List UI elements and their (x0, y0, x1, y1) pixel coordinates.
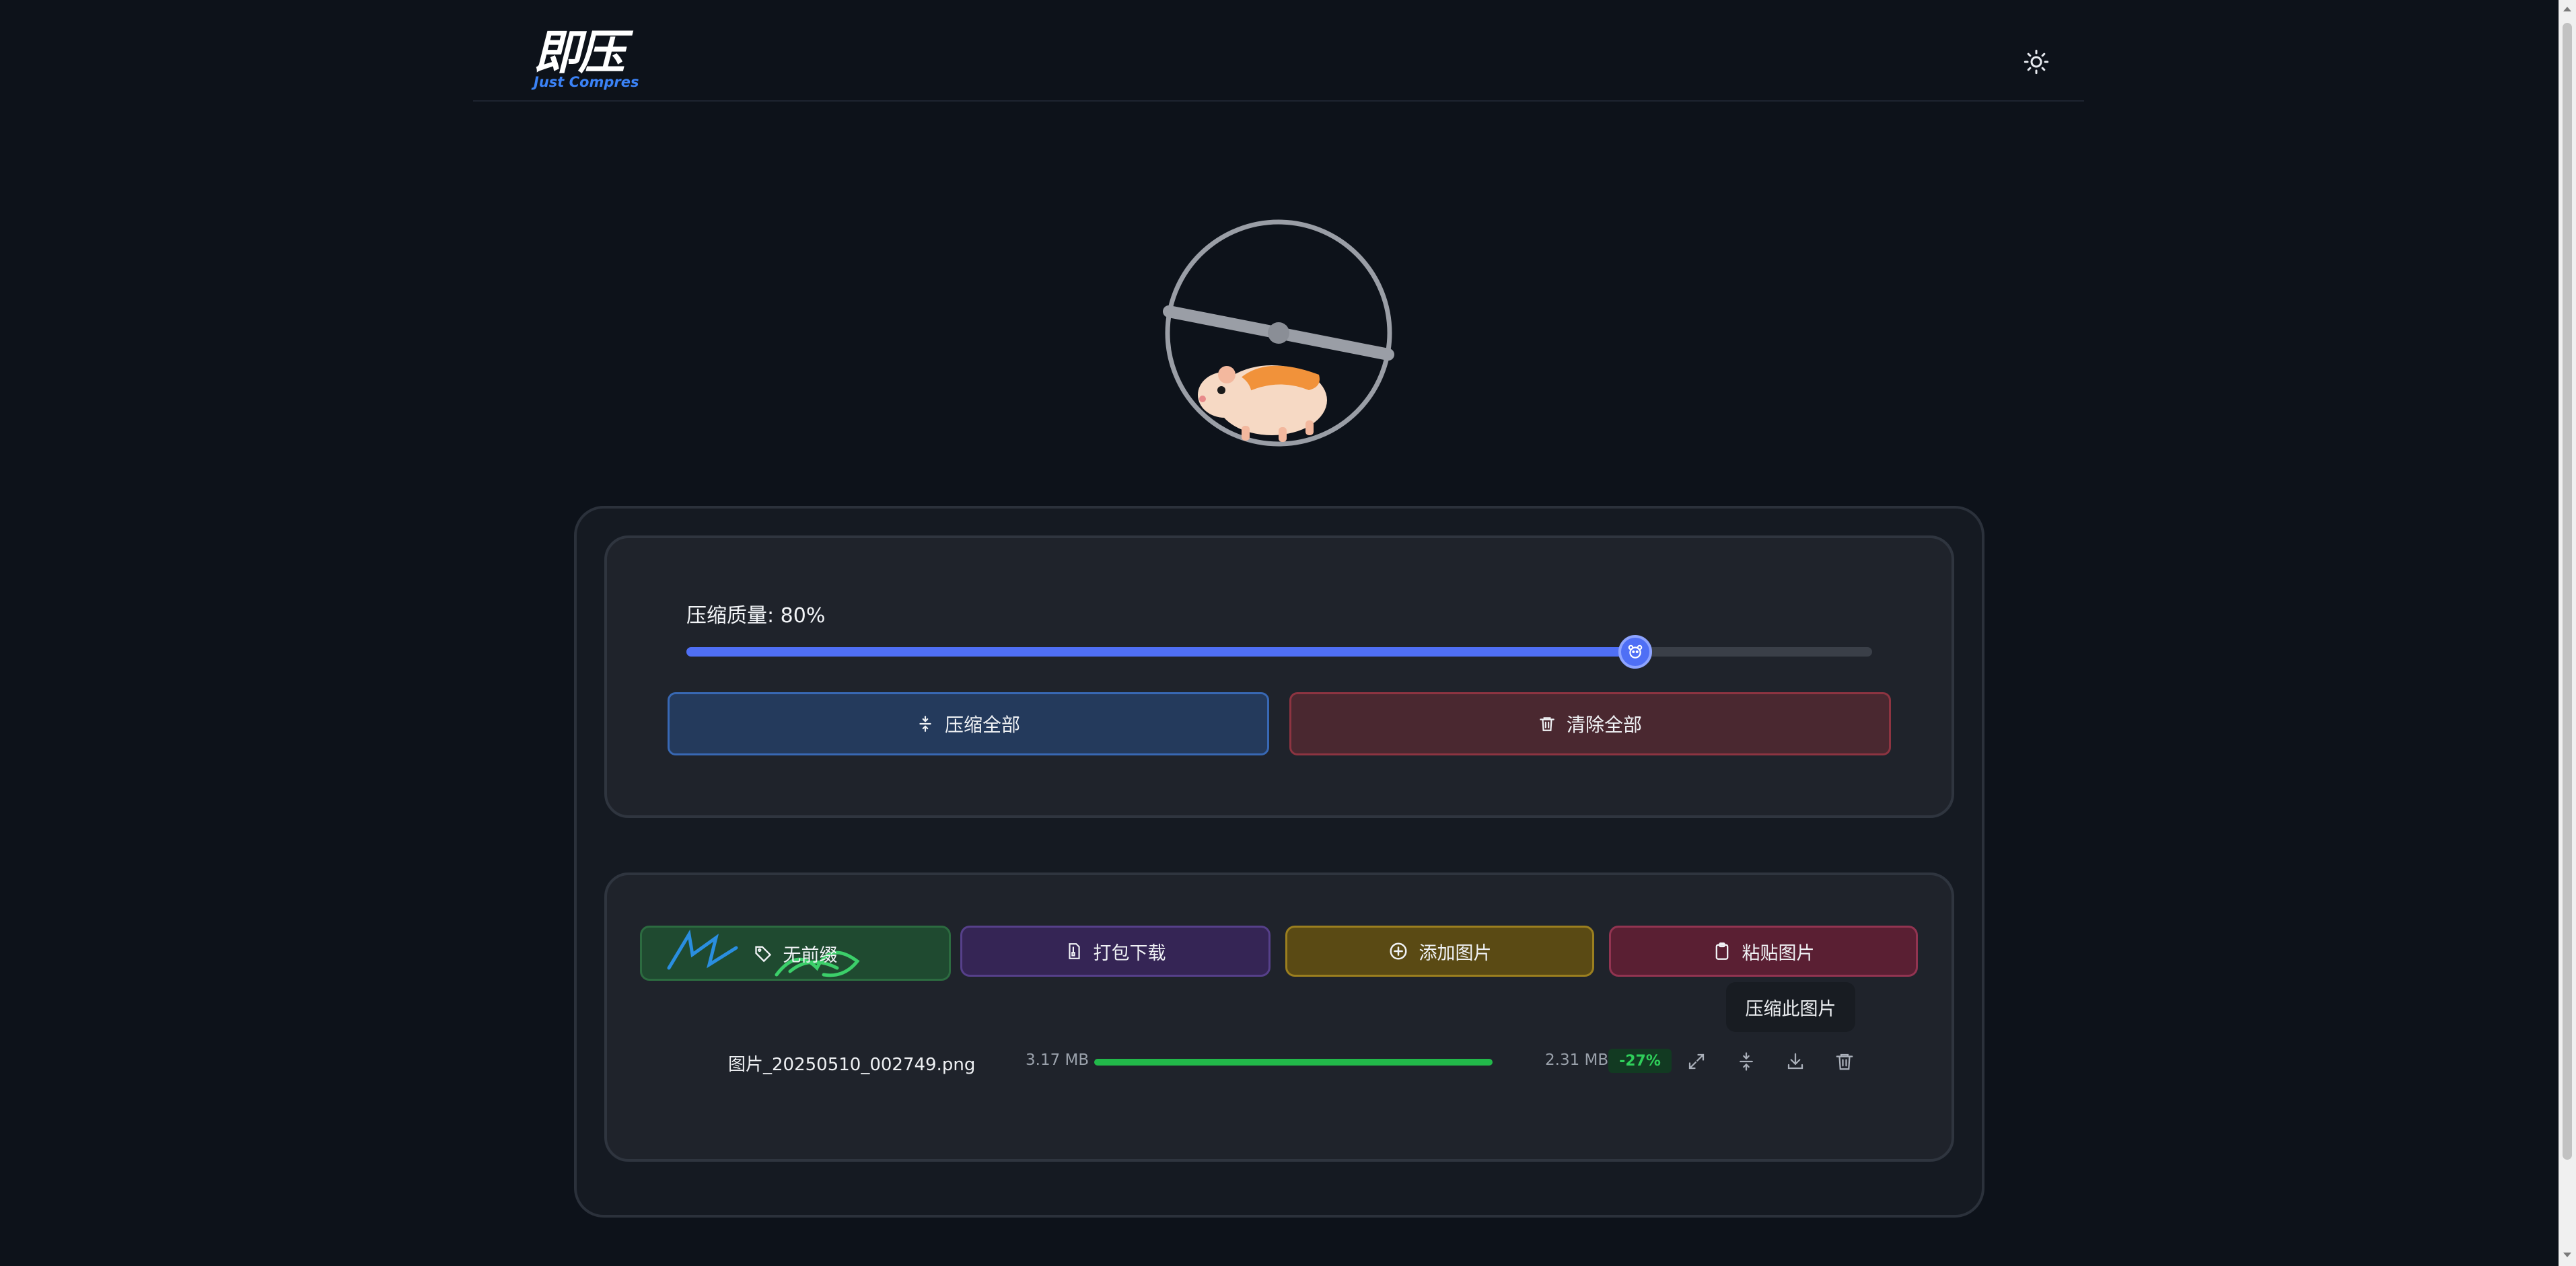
file-zip-icon (1068, 943, 1080, 959)
scroll-down-arrow-icon[interactable] (2563, 1253, 2571, 1257)
compress-all-label: 压缩全部 (944, 714, 1020, 736)
quality-slider-fill (686, 647, 1635, 657)
bundle-download-button[interactable]: 打包下载 (960, 926, 1271, 977)
quality-slider-thumb[interactable] (1618, 635, 1652, 669)
tag-icon (754, 946, 771, 963)
no-prefix-label: 无前缀 (783, 944, 838, 966)
compression-progress-bar (1094, 1059, 1493, 1066)
no-prefix-toggle-button[interactable]: 无前缀 (640, 926, 951, 981)
trash-icon (1836, 1053, 1853, 1070)
trash-icon (1540, 717, 1554, 731)
quality-label: 压缩质量: 80% (686, 604, 826, 628)
compress-all-button[interactable]: 压缩全部 (668, 692, 1269, 755)
download-image-button[interactable] (1779, 1045, 1812, 1078)
original-size: 3.17 MB (1026, 1051, 1089, 1069)
compressed-size: 2.31 MB (1545, 1051, 1609, 1069)
compression-settings-card (604, 535, 1954, 818)
paste-image-label: 粘贴图片 (1742, 942, 1815, 964)
hamster-face-icon (1628, 644, 1642, 659)
clear-all-button[interactable]: 清除全部 (1289, 692, 1891, 755)
sun-icon (2024, 49, 2049, 75)
file-name: 图片_20250510_002749.png (728, 1055, 976, 1075)
expand-icon (1688, 1053, 1705, 1070)
compress-icon (1740, 1052, 1753, 1071)
hamster-wheel-illustration (1161, 219, 1396, 454)
compress-image-button[interactable] (1730, 1045, 1762, 1078)
clipboard-icon (1715, 942, 1728, 960)
page-scrollbar-thumb[interactable] (2563, 23, 2572, 1160)
scroll-up-arrow-icon[interactable] (2563, 7, 2571, 11)
plus-circle-icon (1390, 942, 1406, 960)
logo-chinese-text: 即压 (534, 25, 625, 80)
logo-english-text: Just Compres (534, 74, 639, 90)
compress-image-tooltip: 压缩此图片 (1726, 982, 1855, 1032)
clear-all-label: 清除全部 (1566, 714, 1642, 736)
app-logo[interactable]: 即压 Just Compres (534, 26, 641, 93)
add-image-label: 添加图片 (1419, 942, 1492, 964)
header-bar (473, 0, 2084, 102)
download-icon (1787, 1053, 1803, 1070)
quality-slider-track[interactable] (686, 647, 1872, 657)
compression-ratio-badge: -27% (1608, 1049, 1672, 1073)
theme-toggle-button[interactable] (2016, 42, 2056, 82)
delete-image-button[interactable] (1828, 1045, 1861, 1078)
compress-icon (919, 716, 931, 732)
paste-image-button[interactable]: 粘贴图片 (1609, 926, 1918, 977)
compression-progress-fill (1094, 1059, 1493, 1066)
bundle-download-label: 打包下载 (1093, 942, 1166, 964)
add-image-button[interactable]: 添加图片 (1285, 926, 1594, 977)
preview-expand-button[interactable] (1680, 1045, 1713, 1078)
